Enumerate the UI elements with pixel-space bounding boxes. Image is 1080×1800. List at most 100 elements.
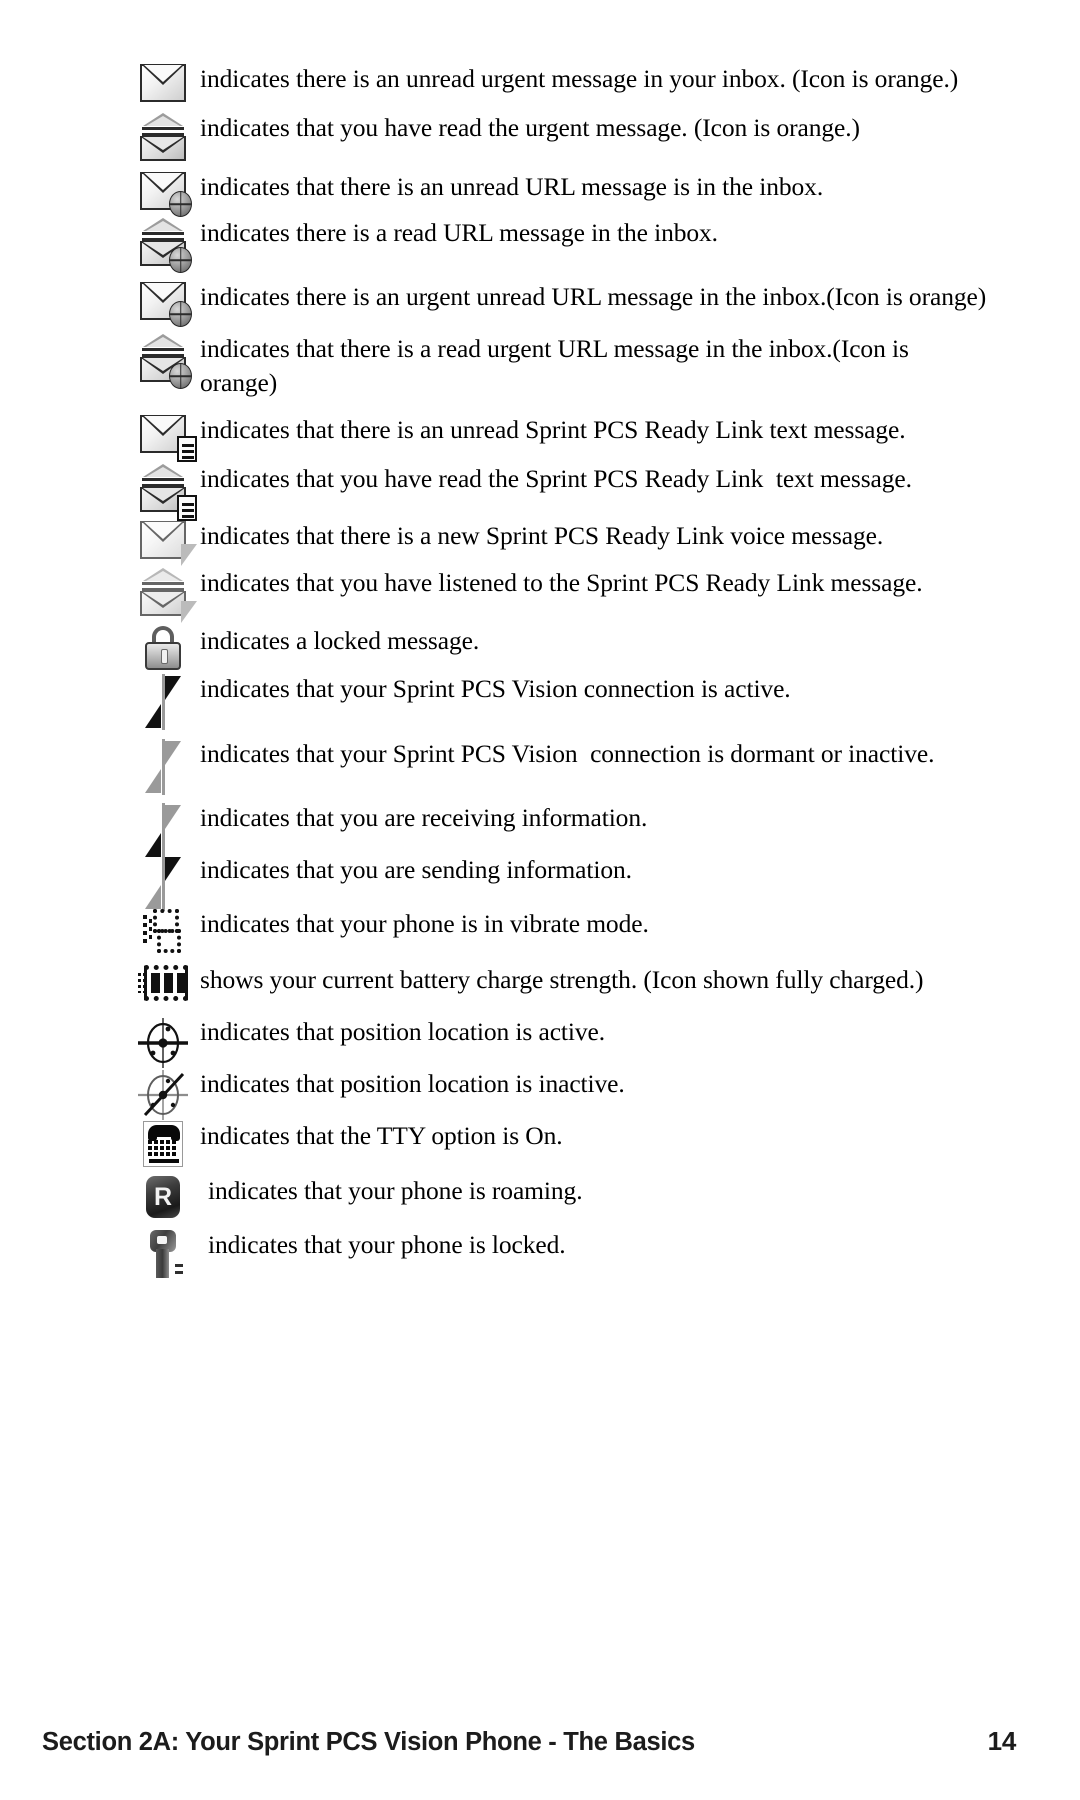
envelope-unread-url-icon: [140, 172, 192, 217]
legend-row: indicates that there is an unread URL me…: [130, 170, 990, 217]
envelope-read-url-icon: [140, 218, 192, 273]
legend-description: indicates there is an unread urgent mess…: [200, 64, 959, 93]
vibrate-mode-icon: [143, 909, 183, 955]
vision-connection-active-icon: [143, 674, 183, 730]
legend-row: indicates that your Sprint PCS Vision co…: [130, 672, 990, 730]
legend-row: indicates that your phone is locked.: [130, 1228, 990, 1278]
legend-row: indicates that position location is acti…: [130, 1015, 990, 1069]
page-footer: Section 2A: Your Sprint PCS Vision Phone…: [42, 1726, 1038, 1757]
legend-row: R indicates that your phone is roaming.: [130, 1174, 990, 1218]
icon-cell: R: [130, 1174, 196, 1218]
icon-cell: [130, 280, 196, 327]
legend-description: indicates that you have read the Sprint …: [200, 464, 912, 493]
legend-description: indicates that your phone is in vibrate …: [200, 909, 649, 938]
legend-description: indicates that you are receiving informa…: [200, 803, 648, 832]
envelope-unread-urgent-url-icon: [140, 282, 192, 327]
legend-description: indicates that you have read the urgent …: [200, 113, 860, 142]
lock-icon: [145, 626, 181, 670]
position-location-inactive-icon: [137, 1069, 189, 1121]
envelope-new-readylink-voice-icon: [140, 521, 197, 566]
legend-row: indicates that there is an unread Sprint…: [130, 413, 990, 462]
icon-cell: [130, 907, 196, 955]
legend-description: indicates that your phone is locked.: [208, 1230, 566, 1259]
legend-description: indicates that you are sending informati…: [200, 855, 632, 884]
legend-description: indicates there is an urgent unread URL …: [200, 282, 987, 311]
icon-cell: [130, 519, 197, 566]
legend-description: indicates that position location is acti…: [200, 1017, 606, 1046]
legend-row: indicates that you are receiving informa…: [130, 801, 990, 859]
icon-cell: [130, 737, 196, 795]
icon-cell: [130, 1228, 196, 1278]
icon-cell: [130, 1067, 196, 1121]
position-location-active-icon: [137, 1017, 189, 1069]
icon-cell: [130, 170, 196, 217]
globe-icon: [169, 301, 192, 327]
footer-page-number: 14: [987, 1726, 1017, 1756]
footer-section-title: Section 2A: Your Sprint PCS Vision Phone…: [42, 1728, 695, 1756]
legend-row: indicates a locked message.: [130, 624, 990, 670]
icon-cell: [130, 216, 196, 273]
legend-row: indicates that you are sending informati…: [130, 853, 990, 911]
envelope-read-urgent-url-icon: [140, 334, 192, 389]
legend-description: indicates that your Sprint PCS Vision co…: [200, 674, 791, 703]
icon-cell: [130, 853, 196, 911]
icon-cell: [130, 624, 196, 670]
globe-icon: [169, 363, 192, 389]
globe-icon: [169, 191, 192, 217]
roaming-icon: R: [146, 1176, 180, 1218]
legend-row: indicates there is an unread urgent mess…: [130, 62, 990, 102]
document-page: indicates there is an unread urgent mess…: [0, 0, 1080, 1800]
icon-cell: [130, 1119, 196, 1167]
legend-description: indicates that position location is inac…: [200, 1069, 625, 1098]
legend-description: indicates that there is a new Sprint PCS…: [200, 521, 884, 550]
receiving-information-icon: [143, 803, 183, 859]
icon-cell: [130, 672, 196, 730]
legend-row: indicates that you have read the urgent …: [130, 111, 990, 161]
legend-row: indicates that there is a new Sprint PCS…: [130, 519, 990, 566]
phone-locked-key-icon: [148, 1230, 183, 1278]
voice-flag-icon: [181, 544, 197, 566]
legend-description: indicates a locked message.: [200, 626, 480, 655]
legend-description: indicates there is a read URL message in…: [200, 218, 718, 247]
legend-description: indicates that the TTY option is On.: [200, 1121, 563, 1150]
envelope-listened-readylink-voice-icon: [140, 568, 197, 623]
text-page-icon: [177, 495, 197, 521]
icon-cell: [130, 462, 197, 521]
legend-description: indicates that your phone is roaming.: [208, 1176, 583, 1205]
legend-description: indicates that there is an unread Sprint…: [200, 415, 906, 444]
legend-description: indicates that there is an unread URL me…: [200, 172, 824, 201]
legend-row: indicates there is a read URL message in…: [130, 216, 990, 273]
sending-information-icon: [143, 855, 183, 911]
legend-description: indicates that there is a read urgent UR…: [200, 334, 916, 397]
legend-row: indicates there is an urgent unread URL …: [130, 280, 990, 327]
icon-cell: [130, 332, 196, 389]
legend-row: indicates that your phone is in vibrate …: [130, 907, 990, 955]
legend-row: indicates that position location is inac…: [130, 1067, 990, 1121]
legend-row: shows your current battery charge streng…: [130, 963, 990, 1001]
tty-option-icon: [143, 1121, 183, 1167]
envelope-unread-readylink-text-icon: [140, 415, 197, 462]
envelope-read-readylink-text-icon: [140, 464, 197, 521]
legend-description: indicates that you have listened to the …: [200, 568, 923, 597]
legend-row: indicates that there is a read urgent UR…: [130, 332, 990, 399]
globe-icon: [169, 247, 192, 273]
legend-row: indicates that you have listened to the …: [130, 566, 990, 623]
icon-cell: [130, 62, 196, 102]
icon-cell: [130, 566, 197, 623]
legend-row: indicates that your Sprint PCS Vision co…: [130, 737, 990, 795]
text-page-icon: [177, 436, 197, 462]
envelope-unread-urgent-icon: [140, 64, 186, 102]
icon-cell: [130, 413, 197, 462]
icon-legend-list: indicates there is an unread urgent mess…: [130, 62, 990, 1278]
roaming-glyph: R: [153, 1182, 173, 1211]
battery-icon: [138, 965, 188, 1001]
legend-description: indicates that your Sprint PCS Vision co…: [200, 739, 935, 768]
vision-connection-dormant-icon: [143, 739, 183, 795]
icon-cell: [130, 963, 196, 1001]
legend-row: indicates that the TTY option is On.: [130, 1119, 990, 1167]
icon-cell: [130, 1015, 196, 1069]
envelope-read-urgent-icon: [140, 113, 186, 161]
icon-cell: [130, 801, 196, 859]
voice-flag-icon: [181, 601, 197, 623]
legend-row: indicates that you have read the Sprint …: [130, 462, 990, 521]
